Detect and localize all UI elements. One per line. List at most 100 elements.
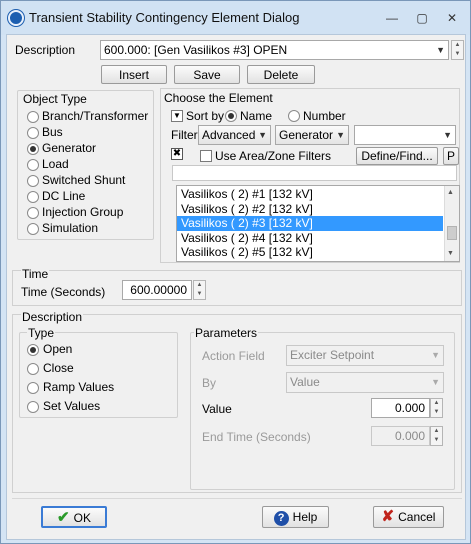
object-type-title: Object Type: [21, 92, 89, 106]
option-bus[interactable]: Bus: [42, 125, 63, 139]
option-switched-shunt[interactable]: Switched Shunt: [42, 173, 125, 187]
maximize-icon[interactable]: ▢: [411, 9, 433, 27]
action-field-select[interactable]: Exciter Setpoint ▼: [286, 345, 444, 366]
description-spinner[interactable]: ▲ ▼: [451, 40, 464, 60]
option-dc-line[interactable]: DC Line: [42, 189, 85, 203]
list-item[interactable]: Vasilikos ( 2) #6 [132 kV]: [177, 260, 443, 262]
value-input[interactable]: 0.000: [371, 398, 430, 418]
radio-bus[interactable]: [27, 127, 39, 139]
dialog-window: Transient Stability Contingency Element …: [0, 0, 471, 544]
area-zone-checkbox[interactable]: [200, 150, 212, 162]
list-scrollbar[interactable]: ▲ ▼: [444, 186, 459, 261]
time-seconds-spinner[interactable]: ▲ ▼: [193, 280, 206, 300]
define-find-button[interactable]: Define/Find...: [356, 147, 438, 165]
save-button[interactable]: Save: [174, 65, 240, 84]
type-close-label[interactable]: Close: [43, 361, 74, 375]
end-time-spinner[interactable]: ▲ ▼: [430, 426, 443, 446]
spin-up-icon[interactable]: ▲: [431, 399, 442, 408]
radio-set-values[interactable]: [27, 401, 39, 413]
radio-load[interactable]: [27, 159, 39, 171]
spin-up-icon[interactable]: ▲: [194, 281, 205, 290]
cancel-button[interactable]: ✘ Cancel: [373, 506, 444, 528]
chevron-down-icon: ▼: [443, 130, 452, 140]
list-item[interactable]: Vasilikos ( 2) #2 [132 kV]: [177, 202, 443, 217]
clear-filter-icon[interactable]: ✖: [171, 148, 183, 160]
chevron-down-icon: ▼: [258, 130, 267, 140]
spin-down-icon[interactable]: ▼: [452, 50, 463, 59]
by-value: Value: [290, 375, 320, 389]
time-seconds-label: Time (Seconds): [21, 285, 106, 299]
spin-up-icon[interactable]: ▲: [431, 427, 442, 436]
p-button[interactable]: P: [443, 147, 459, 165]
dialog-client: Description 600.000: [Gen Vasilikos #3] …: [6, 34, 466, 540]
end-time-label: End Time (Seconds): [202, 430, 311, 444]
sort-name-label[interactable]: Name: [240, 109, 272, 123]
value-spinner[interactable]: ▲ ▼: [430, 398, 443, 418]
option-generator[interactable]: Generator: [42, 141, 96, 155]
option-load[interactable]: Load: [42, 157, 69, 171]
action-field-label: Action Field: [202, 349, 265, 363]
list-item[interactable]: Vasilikos ( 2) #3 [132 kV]: [177, 216, 443, 231]
radio-close[interactable]: [27, 363, 39, 375]
radio-sort-name[interactable]: [225, 110, 237, 122]
list-item[interactable]: Vasilikos ( 2) #5 [132 kV]: [177, 245, 443, 260]
description-combo[interactable]: 600.000: [Gen Vasilikos #3] OPEN ▼: [100, 40, 449, 60]
check-icon: ✔: [57, 509, 70, 526]
by-select[interactable]: Value ▼: [286, 372, 444, 393]
window-title: Transient Stability Contingency Element …: [29, 10, 300, 25]
option-injection-group[interactable]: Injection Group: [42, 205, 123, 219]
type-open-label[interactable]: Open: [43, 342, 72, 356]
delete-button[interactable]: Delete: [247, 65, 315, 84]
type-set-values-label[interactable]: Set Values: [43, 399, 100, 413]
element-list[interactable]: Vasilikos ( 2) #1 [132 kV] Vasilikos ( 2)…: [176, 185, 460, 262]
filter-mode-select[interactable]: Advanced ▼: [198, 125, 271, 145]
scroll-thumb[interactable]: [447, 226, 457, 240]
radio-sort-number[interactable]: [288, 110, 300, 122]
help-icon: ?: [273, 511, 289, 526]
radio-injection-group[interactable]: [27, 207, 39, 219]
sort-number-label[interactable]: Number: [303, 109, 346, 123]
sort-dropdown-icon[interactable]: ▼: [171, 110, 183, 122]
spin-up-icon[interactable]: ▲: [452, 41, 463, 50]
scroll-up-icon[interactable]: ▲: [447, 189, 454, 196]
cancel-button-label: Cancel: [398, 510, 436, 524]
option-simulation[interactable]: Simulation: [42, 221, 98, 235]
by-label: By: [202, 376, 217, 390]
area-zone-label[interactable]: Use Area/Zone Filters: [215, 149, 331, 163]
chevron-down-icon: ▼: [431, 377, 440, 387]
description-label: Description: [15, 43, 76, 57]
radio-open[interactable]: [27, 344, 39, 356]
action-description-title: Description: [21, 310, 84, 324]
minimize-icon[interactable]: —: [381, 9, 403, 27]
app-logo-icon: [8, 10, 24, 26]
radio-generator[interactable]: [27, 143, 39, 155]
list-item[interactable]: Vasilikos ( 2) #4 [132 kV]: [177, 231, 443, 246]
spin-down-icon[interactable]: ▼: [431, 408, 442, 417]
chevron-down-icon: ▼: [431, 350, 440, 360]
title-bar[interactable]: Transient Stability Contingency Element …: [1, 1, 470, 35]
filter-type-select[interactable]: Generator ▼: [275, 125, 349, 145]
value-label: Value: [202, 402, 232, 416]
close-icon[interactable]: ✕: [441, 9, 463, 27]
footer-divider: [12, 498, 462, 499]
filter-value-select[interactable]: ▼: [354, 125, 456, 145]
time-seconds-input[interactable]: 600.00000: [122, 280, 192, 300]
type-ramp-values-label[interactable]: Ramp Values: [43, 380, 114, 394]
option-branch-transformer[interactable]: Branch/Transformer: [42, 109, 148, 123]
radio-dc-line[interactable]: [27, 191, 39, 203]
parameters-title: Parameters: [194, 326, 259, 340]
radio-switched-shunt[interactable]: [27, 175, 39, 187]
list-item[interactable]: Vasilikos ( 2) #1 [132 kV]: [177, 187, 443, 202]
spin-down-icon[interactable]: ▼: [194, 290, 205, 299]
element-search-input[interactable]: [172, 165, 457, 181]
help-button[interactable]: ? Help: [262, 506, 329, 528]
radio-branch-transformer[interactable]: [27, 111, 39, 123]
filter-label: Filter: [171, 128, 198, 142]
end-time-input[interactable]: 0.000: [371, 426, 430, 446]
ok-button[interactable]: ✔ OK: [41, 506, 107, 528]
insert-button[interactable]: Insert: [101, 65, 167, 84]
radio-ramp-values[interactable]: [27, 382, 39, 394]
radio-simulation[interactable]: [27, 223, 39, 235]
spin-down-icon[interactable]: ▼: [431, 436, 442, 445]
scroll-down-icon[interactable]: ▼: [447, 250, 454, 257]
